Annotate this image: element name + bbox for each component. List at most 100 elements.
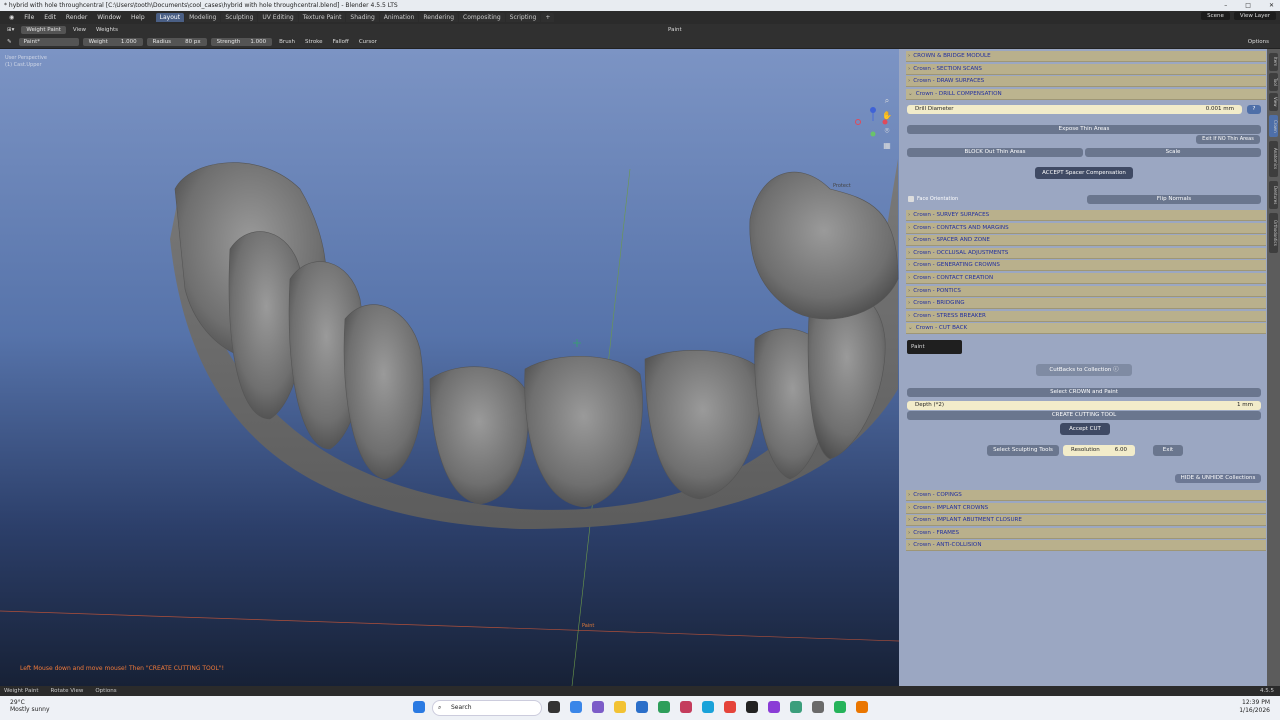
view-layer-selector[interactable]: View Layer [1233, 12, 1276, 20]
section-occlusal-adjustments[interactable]: › Crown - OCCLUSAL ADJUSTMENTS [906, 247, 1266, 259]
help-icon[interactable]: ? [1247, 105, 1261, 114]
section-bridging[interactable]: › Crown - BRIDGING [906, 298, 1266, 310]
section-anti-collision[interactable]: › Crown - ANTI-COLLISION [906, 540, 1266, 552]
tab-scripting[interactable]: Scripting [505, 13, 541, 22]
section-stress-breaker[interactable]: › Crown - STRESS BREAKER [906, 310, 1266, 322]
section-crown-bridge-module[interactable]: › CROWN & BRIDGE MODULE [906, 51, 1266, 62]
shading-selector[interactable]: Paint [665, 26, 685, 34]
tab-shading[interactable]: Shading [346, 13, 379, 22]
zoom-icon[interactable]: ⌕ [882, 96, 892, 106]
3d-viewport[interactable]: User Perspective (1) Cast.Upper Protect … [0, 49, 899, 686]
falloff-menu[interactable]: Falloff [330, 38, 352, 46]
settings-icon[interactable] [812, 701, 824, 713]
section-implant-crowns[interactable]: › Crown - IMPLANT CROWNS [906, 502, 1266, 514]
sidebar-tab-orthodontics[interactable]: Orthodontics [1269, 213, 1278, 253]
minimize-icon[interactable]: – [1224, 0, 1227, 11]
sidebar-tab-crown[interactable]: Crown [1269, 115, 1278, 137]
create-cutting-tool-button[interactable]: CREATE CUTTING TOOL [907, 411, 1261, 420]
section-survey-surfaces[interactable]: › Crown - SURVEY SURFACES [906, 210, 1266, 221]
teams-icon[interactable] [592, 701, 604, 713]
section-implant-abutment-closure[interactable]: › Crown - IMPLANT ABUTMENT CLOSURE [906, 515, 1266, 527]
brush-icon[interactable]: ✎ [4, 38, 15, 46]
mode-selector[interactable]: Weight Paint [21, 26, 66, 34]
accept-cut-button[interactable]: Accept CUT [1060, 423, 1110, 435]
block-out-thin-button[interactable]: BLOCK Out Thin Areas [907, 148, 1083, 157]
view-menu[interactable]: View [70, 26, 89, 34]
menu-render[interactable]: Render [61, 14, 92, 21]
pan-hand-icon[interactable]: ✋ [882, 111, 892, 121]
tab-uv-editing[interactable]: UV Editing [258, 13, 298, 22]
strength-slider[interactable]: Strength 1.000 [210, 38, 273, 46]
section-drill-compensation[interactable]: ⌄ Crown - DRILL COMPENSATION [906, 88, 1266, 100]
stroke-menu[interactable]: Stroke [302, 38, 326, 46]
start-icon[interactable] [413, 701, 425, 713]
grid-icon[interactable]: ▦ [882, 141, 892, 151]
section-generating-crowns[interactable]: › Crown - GENERATING CROWNS [906, 260, 1266, 272]
weight-slider[interactable]: Weight 1.000 [82, 38, 143, 46]
tab-modeling[interactable]: Modeling [185, 13, 221, 22]
editor-type-icon[interactable]: ⊞▾ [4, 26, 17, 34]
maximize-icon[interactable]: □ [1245, 0, 1251, 11]
checkbox-icon[interactable] [908, 196, 914, 202]
resolution-field[interactable]: Resolution 6.00 [1063, 445, 1135, 456]
weights-menu[interactable]: Weights [93, 26, 121, 34]
select-sculpting-tools-button[interactable]: Select Sculpting Tools [987, 445, 1059, 456]
sidebar-tab-dentures[interactable]: Dentures [1269, 181, 1278, 209]
tab-compositing[interactable]: Compositing [459, 13, 505, 22]
section-copings[interactable]: › Crown - COPINGS [906, 490, 1266, 501]
help-icon[interactable]: ⓘ [1113, 367, 1119, 373]
excel-icon[interactable] [658, 701, 670, 713]
sidebar-tab-item[interactable]: Item [1269, 53, 1278, 71]
radius-slider[interactable]: Radius 80 px [146, 38, 207, 46]
options-menu[interactable]: Options [1245, 38, 1272, 46]
chrome-icon[interactable] [724, 701, 736, 713]
weather-widget[interactable]: 29°C Mostly sunny [10, 699, 50, 713]
section-section-scans[interactable]: › Crown - SECTION SCANS [906, 63, 1266, 75]
file-explorer-icon[interactable] [614, 701, 626, 713]
app-icon-2[interactable] [768, 701, 780, 713]
cutbacks-collection-button[interactable]: CutBacks to Collection ⓘ [1036, 364, 1132, 376]
app-icon[interactable] [680, 701, 692, 713]
section-spacer-zone[interactable]: › Crown - SPACER AND ZONE [906, 235, 1266, 247]
section-cut-back[interactable]: ⌄ Crown - CUT BACK [906, 323, 1266, 335]
close-icon[interactable]: ✕ [1269, 0, 1274, 11]
menu-edit[interactable]: Edit [39, 14, 61, 21]
blender-icon[interactable] [856, 701, 868, 713]
blender-logo-icon[interactable]: ◉ [4, 14, 19, 21]
sidebar-tab-anatomics[interactable]: Anatomics [1269, 141, 1278, 177]
expose-thin-areas-button[interactable]: Expose Thin Areas [907, 125, 1261, 134]
tab-animation[interactable]: Animation [379, 13, 419, 22]
tab-texture-paint[interactable]: Texture Paint [298, 13, 346, 22]
depth-field[interactable]: Depth (*2) 1 mm [907, 401, 1261, 410]
scene-selector[interactable]: Scene [1201, 12, 1230, 20]
brush-selector[interactable]: Paint* [18, 38, 79, 46]
tab-layout[interactable]: Layout [155, 13, 185, 22]
camera-icon[interactable]: ⌾ [882, 126, 892, 136]
exit-no-thin-button[interactable]: Exit If NO Thin Areas [1196, 135, 1260, 144]
hide-unhide-collections-button[interactable]: HIDE & UNHIDE Collections [1175, 474, 1261, 483]
section-pontics[interactable]: › Crown - PONTICS [906, 285, 1266, 297]
section-frames[interactable]: › Crown - FRAMES [906, 527, 1266, 539]
exit-button[interactable]: Exit [1153, 445, 1183, 456]
tab-rendering[interactable]: Rendering [419, 13, 459, 22]
face-orientation-toggle[interactable]: Face Orientation [908, 196, 958, 202]
cursor-menu[interactable]: Cursor [356, 38, 380, 46]
taskbar-clock[interactable]: 12:39 PM 1/16/2026 [1239, 699, 1270, 715]
section-draw-surfaces[interactable]: › Crown - DRAW SURFACES [906, 76, 1266, 88]
drill-diameter-field[interactable]: Drill Diameter 0.001 mm [907, 105, 1242, 114]
flip-normals-button[interactable]: Flip Normals [1087, 195, 1261, 204]
accept-spacer-button[interactable]: ACCEPT Spacer Compensation [1035, 167, 1133, 179]
task-view-icon[interactable] [548, 701, 560, 713]
whatsapp-icon[interactable] [834, 701, 846, 713]
taskbar-search[interactable]: ⌕ Search [432, 700, 542, 716]
edge-icon[interactable] [702, 701, 714, 713]
tab-sculpting[interactable]: Sculpting [221, 13, 258, 22]
menu-file[interactable]: File [19, 14, 39, 21]
section-contact-creation[interactable]: › Crown - CONTACT CREATION [906, 272, 1266, 284]
copilot-icon[interactable] [570, 701, 582, 713]
select-crown-paint-header[interactable]: Select CROWN and Paint [907, 388, 1261, 397]
menu-window[interactable]: Window [92, 14, 126, 21]
sidebar-tab-view[interactable]: View [1269, 93, 1278, 111]
sidebar-tab-tool[interactable]: Tool [1269, 73, 1278, 91]
section-contacts-margins[interactable]: › Crown - CONTACTS AND MARGINS [906, 222, 1266, 234]
